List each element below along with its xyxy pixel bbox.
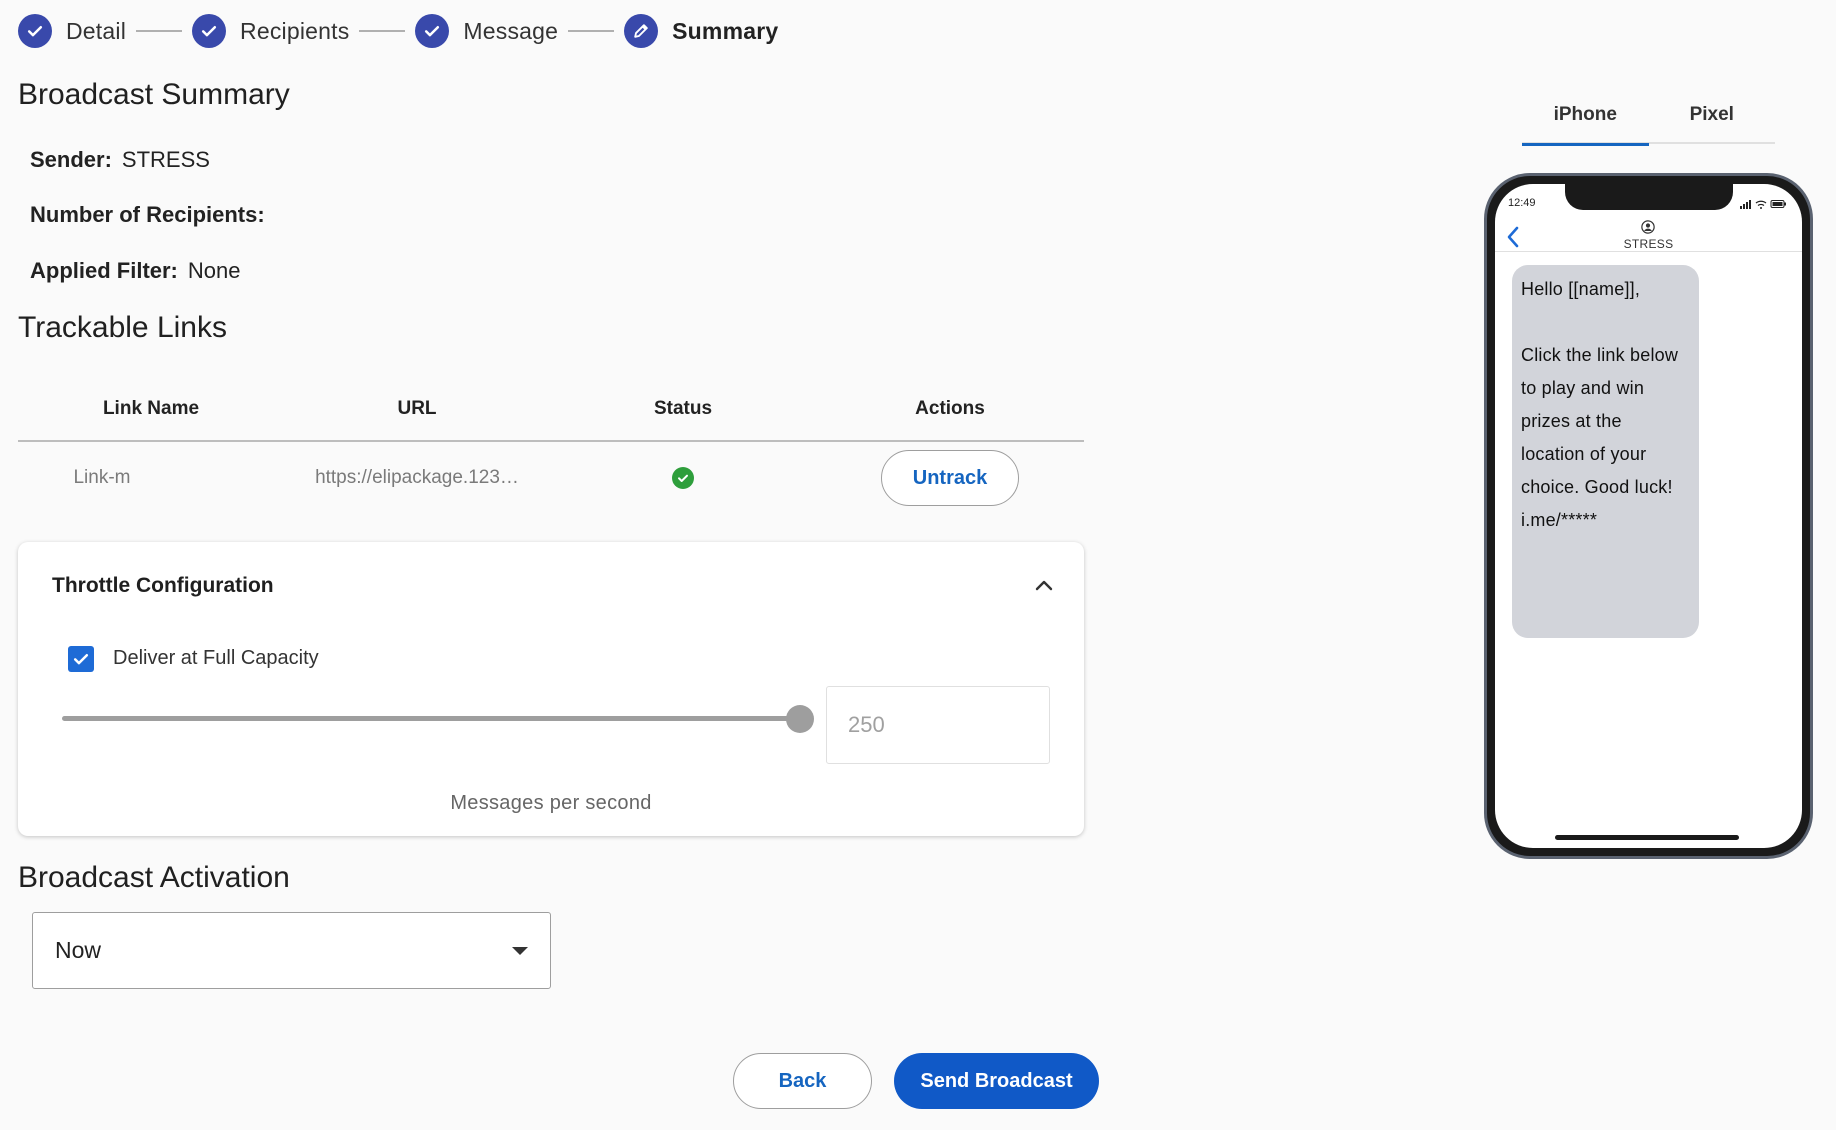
recipients-field: Number of Recipients: <box>30 202 275 228</box>
step-detail[interactable]: Detail <box>18 14 126 48</box>
check-icon <box>192 14 227 48</box>
sender-field: Sender: STRESS <box>30 147 210 173</box>
chevron-up-icon[interactable] <box>1032 574 1056 598</box>
step-message[interactable]: Message <box>415 14 558 48</box>
step-connector <box>136 30 183 32</box>
full-capacity-checkbox[interactable] <box>68 646 94 672</box>
stepper: Detail Recipients Message Summary <box>18 14 778 48</box>
links-title: Trackable Links <box>18 311 227 344</box>
column-header: Actions <box>915 398 985 419</box>
message-bubble: Hello [[name]], Click the link below to … <box>1512 265 1699 638</box>
step-connector <box>568 30 615 32</box>
filter-value: None <box>187 258 241 283</box>
summary-title: Broadcast Summary <box>18 78 290 111</box>
back-button[interactable]: Back <box>733 1053 872 1109</box>
step-recipients[interactable]: Recipients <box>192 14 349 48</box>
rate-caption: Messages per second <box>450 792 652 814</box>
header-divider <box>1495 251 1802 252</box>
rate-input[interactable]: 250 <box>826 686 1050 764</box>
link-url: https://elipackage.123… <box>315 467 519 488</box>
device-tabs: iPhone Pixel <box>1522 86 1776 146</box>
rate-slider-track[interactable] <box>62 716 798 721</box>
throttle-card: Throttle Configuration Deliver at Full C… <box>18 542 1084 836</box>
activation-select[interactable]: Now <box>32 912 551 989</box>
full-capacity-label: Deliver at Full Capacity <box>113 647 319 669</box>
rate-slider-thumb[interactable] <box>786 705 814 733</box>
column-header: Link Name <box>102 398 200 419</box>
recipients-label: Number of Recipients: <box>30 202 265 227</box>
sender-label: Sender: <box>30 147 112 172</box>
link-actions: Untrack <box>816 450 1084 506</box>
pencil-icon <box>624 14 659 48</box>
step-connector <box>359 30 406 32</box>
step-label: Recipients <box>240 17 350 44</box>
filter-label: Applied Filter: <box>30 258 178 283</box>
activation-title: Broadcast Activation <box>18 861 290 894</box>
column-header: Status <box>653 398 713 419</box>
throttle-title: Throttle Configuration <box>52 574 274 597</box>
link-status <box>550 466 816 489</box>
table-row: Link-m https://elipackage.123… Untrack <box>18 442 1084 514</box>
contact-name: STRESS <box>1623 237 1674 251</box>
send-broadcast-button[interactable]: Send Broadcast <box>894 1053 1099 1109</box>
untrack-button[interactable]: Untrack <box>881 450 1019 506</box>
step-label: Detail <box>66 17 127 44</box>
check-icon <box>18 14 52 48</box>
phone-notch <box>1565 184 1733 210</box>
status-icons <box>1740 200 1786 209</box>
link-name: Link-m <box>73 467 131 488</box>
check-icon <box>73 654 89 665</box>
phone-preview: 12:49 STRESS Hello [[name]], Click the l… <box>1484 173 1813 859</box>
home-indicator <box>1555 835 1739 840</box>
contact-avatar-icon <box>1641 220 1655 234</box>
sender-value: STRESS <box>121 147 210 172</box>
step-label: Summary <box>672 17 779 44</box>
activation-selected-value: Now <box>55 937 102 963</box>
links-table: Link Name URL Status Actions Link-m http… <box>18 378 1084 514</box>
column-header: URL <box>397 398 437 419</box>
table-header: Link Name URL Status Actions <box>18 378 1084 442</box>
step-label: Message <box>463 17 559 44</box>
status-bar-time: 12:49 <box>1508 197 1536 209</box>
success-icon <box>672 466 694 489</box>
tab-iphone[interactable]: iPhone <box>1522 86 1649 146</box>
tab-pixel[interactable]: Pixel <box>1649 86 1776 144</box>
step-summary[interactable]: Summary <box>624 14 778 48</box>
check-icon <box>415 14 450 48</box>
dropdown-arrow-icon <box>512 947 528 955</box>
filter-field: Applied Filter: None <box>30 258 240 284</box>
phone-screen: 12:49 STRESS Hello [[name]], Click the l… <box>1495 184 1802 848</box>
